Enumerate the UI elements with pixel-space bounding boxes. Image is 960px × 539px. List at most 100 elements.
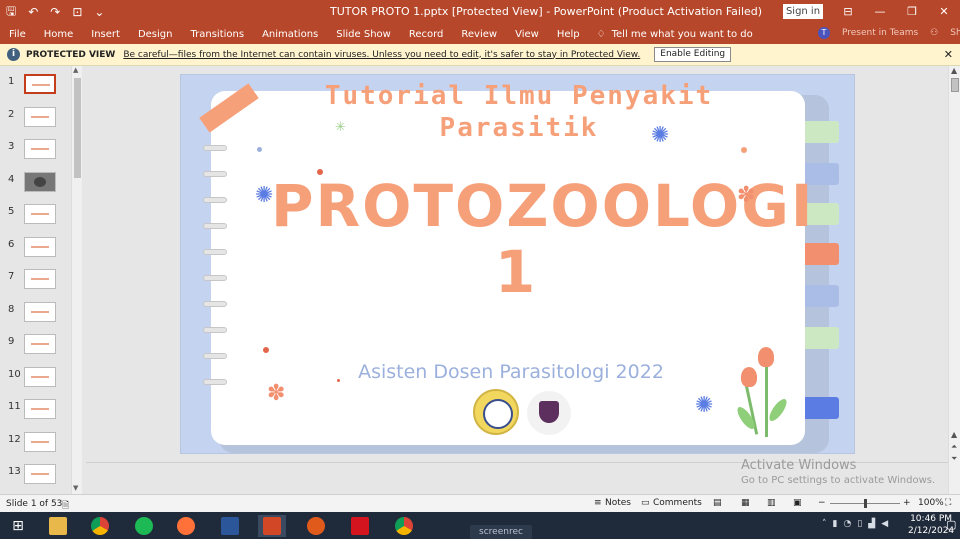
powerpoint-icon[interactable] bbox=[258, 515, 286, 537]
thumbnail-9[interactable]: 9 bbox=[0, 334, 70, 358]
signal-icon[interactable]: ▟ bbox=[868, 519, 875, 529]
scrollbar-thumb[interactable] bbox=[74, 78, 81, 178]
ribbon-display-icon[interactable]: ⊟ bbox=[832, 0, 864, 24]
chrome-icon[interactable] bbox=[390, 515, 418, 537]
thumbnail-4[interactable]: 4 bbox=[0, 172, 70, 196]
present-in-teams-button[interactable]: Present in Teams bbox=[842, 28, 918, 38]
thumbnail-image bbox=[24, 269, 56, 289]
battery-icon[interactable]: ▯ bbox=[857, 519, 862, 529]
slideshow-view-icon[interactable]: ▣ bbox=[793, 498, 802, 508]
zoom-in-icon[interactable]: + bbox=[903, 498, 911, 508]
sign-in-button[interactable]: Sign in bbox=[783, 4, 823, 19]
info-icon: i bbox=[7, 48, 20, 61]
quick-access-toolbar: 🖫 ↶ ↷ ⊡ ⌄ bbox=[0, 0, 104, 24]
thumbnail-3[interactable]: 3 bbox=[0, 139, 70, 163]
app-icon[interactable] bbox=[302, 515, 330, 537]
thumbnail-1[interactable]: 1 bbox=[0, 74, 70, 98]
slide-sorter-icon[interactable]: ▦ bbox=[741, 498, 750, 508]
word-icon[interactable] bbox=[216, 515, 244, 537]
binder-ring bbox=[203, 171, 227, 177]
comments-button[interactable]: Comments bbox=[653, 498, 702, 508]
reading-view-icon[interactable]: ▥ bbox=[767, 498, 776, 508]
tab-record[interactable]: Record bbox=[400, 29, 453, 40]
scrollbar-thumb[interactable] bbox=[951, 78, 959, 92]
scroll-up-icon[interactable]: ▲ bbox=[951, 66, 957, 75]
notebook-tab bbox=[805, 121, 839, 143]
presenter-icon[interactable]: ⊡ bbox=[72, 5, 82, 19]
tab-home[interactable]: Home bbox=[35, 29, 83, 40]
file-explorer-icon[interactable] bbox=[44, 515, 72, 537]
protected-view-message[interactable]: Be careful—files from the Internet can c… bbox=[123, 50, 640, 60]
thumbnail-11[interactable]: 11 bbox=[0, 399, 70, 423]
decor-dot bbox=[317, 169, 323, 175]
tab-view[interactable]: View bbox=[506, 29, 548, 40]
slide-subtitle-line-1[interactable]: Tutorial Ilmu Penyakit bbox=[309, 81, 729, 111]
firefox-icon[interactable] bbox=[172, 515, 200, 537]
thumbnail-10[interactable]: 10 bbox=[0, 367, 70, 391]
close-icon[interactable]: ✕ bbox=[944, 48, 953, 61]
tab-design[interactable]: Design bbox=[129, 29, 182, 40]
tab-help[interactable]: Help bbox=[548, 29, 589, 40]
scroll-up-icon[interactable]: ▲ bbox=[73, 66, 78, 74]
thumbnail-scrollbar[interactable]: ▲ ▼ bbox=[71, 66, 82, 494]
spotify-icon[interactable] bbox=[130, 515, 158, 537]
thumbnail-number: 8 bbox=[8, 304, 15, 315]
zoom-slider-handle[interactable] bbox=[864, 499, 867, 508]
enable-editing-button[interactable]: Enable Editing bbox=[654, 47, 732, 62]
thumbnail-6[interactable]: 6 bbox=[0, 237, 70, 261]
save-icon[interactable]: 🖫 bbox=[6, 2, 16, 23]
tulip-stem bbox=[765, 361, 768, 437]
slide-title-line-1: PROTOZOOLOGI bbox=[271, 172, 815, 240]
redo-icon[interactable]: ↷ bbox=[50, 5, 60, 19]
slide-author[interactable]: Asisten Dosen Parasitologi 2022 bbox=[331, 361, 691, 383]
thumbnail-7[interactable]: 7 bbox=[0, 269, 70, 293]
screenrec-badge: screenrec bbox=[470, 525, 532, 539]
thumbnail-image bbox=[24, 432, 56, 452]
slide-title[interactable]: PROTOZOOLOGI 1 bbox=[271, 172, 815, 305]
green-sparkle-icon: ✳ bbox=[335, 120, 346, 135]
binder-ring bbox=[203, 223, 227, 229]
zoom-out-icon[interactable]: − bbox=[818, 498, 826, 508]
notification-icon[interactable]: ▢ bbox=[946, 518, 956, 531]
share-button[interactable]: Share bbox=[950, 28, 960, 38]
thumbnail-2[interactable]: 2 bbox=[0, 107, 70, 131]
tab-review[interactable]: Review bbox=[452, 29, 506, 40]
windows-start-icon[interactable]: ⊞ bbox=[4, 515, 32, 537]
tab-animations[interactable]: Animations bbox=[253, 29, 327, 40]
customize-icon[interactable]: ⌄ bbox=[94, 5, 104, 19]
next-slide-icon[interactable]: ⏷ bbox=[951, 454, 957, 464]
network-icon[interactable]: ▮ bbox=[833, 519, 838, 529]
zoom-level[interactable]: 100% bbox=[918, 498, 944, 508]
chrome-icon[interactable] bbox=[86, 515, 114, 537]
restore-button[interactable]: ❐ bbox=[896, 0, 928, 24]
system-tray: ˄ ▮ ◔ ▯ ▟ ◀ bbox=[822, 519, 888, 529]
thumbnail-number: 5 bbox=[8, 206, 15, 217]
volume-icon[interactable]: ◀ bbox=[881, 519, 888, 529]
notebook-tab bbox=[805, 285, 839, 307]
scroll-up-icon[interactable]: ▲ bbox=[951, 430, 957, 439]
undo-icon[interactable]: ↶ bbox=[28, 5, 38, 19]
thumbnail-13[interactable]: 13 bbox=[0, 464, 70, 488]
acrobat-icon[interactable] bbox=[346, 515, 374, 537]
tab-transitions[interactable]: Transitions bbox=[181, 29, 253, 40]
close-button[interactable]: ✕ bbox=[928, 0, 960, 24]
scroll-down-icon[interactable]: ▼ bbox=[73, 484, 78, 492]
previous-slide-icon[interactable]: ⏶ bbox=[951, 442, 957, 452]
editor-scrollbar[interactable]: ▲ ▲ ⏶ ⏷ bbox=[948, 66, 960, 494]
tab-insert[interactable]: Insert bbox=[82, 29, 129, 40]
thumbnail-12[interactable]: 12 bbox=[0, 432, 70, 456]
minimize-button[interactable]: — bbox=[864, 0, 896, 24]
tell-me-search[interactable]: ♢ Tell me what you want to do bbox=[597, 29, 753, 40]
wifi-icon[interactable]: ◔ bbox=[843, 519, 851, 529]
thumbnail-number: 6 bbox=[8, 239, 15, 250]
tab-file[interactable]: File bbox=[0, 29, 35, 40]
chevron-up-icon[interactable]: ˄ bbox=[822, 519, 827, 529]
notes-button[interactable]: Notes bbox=[605, 498, 631, 508]
fit-slide-icon[interactable]: ⛶ bbox=[945, 498, 951, 508]
thumbnail-5[interactable]: 5 bbox=[0, 204, 70, 228]
thumbnail-8[interactable]: 8 bbox=[0, 302, 70, 326]
slide-canvas[interactable]: Tutorial Ilmu Penyakit Parasitik PROTOZO… bbox=[180, 74, 855, 454]
notebook-tab bbox=[805, 243, 839, 265]
normal-view-icon[interactable]: ▤ bbox=[713, 498, 722, 508]
tab-slide-show[interactable]: Slide Show bbox=[327, 29, 400, 40]
